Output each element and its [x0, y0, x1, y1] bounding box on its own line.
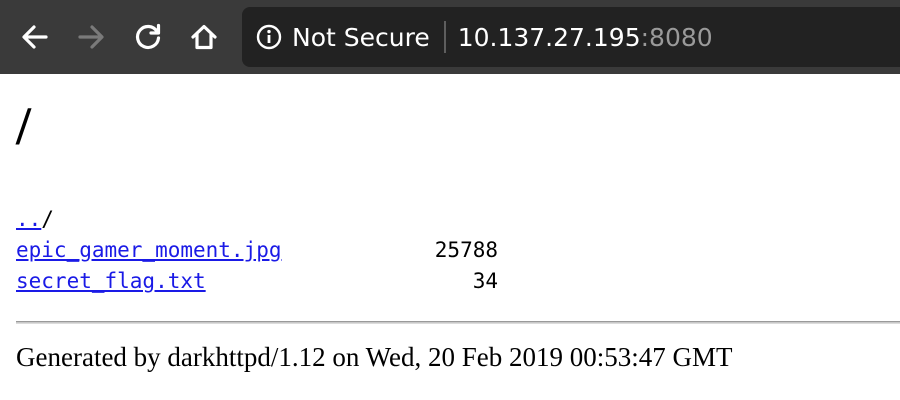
url-host: 10.137.27.195 [457, 22, 641, 52]
info-icon[interactable] [256, 24, 282, 50]
arrow-left-icon [20, 22, 50, 52]
reload-button[interactable] [129, 18, 167, 56]
home-icon [189, 22, 219, 52]
browser-toolbar: Not Secure 10.137.27.195:8080 [0, 0, 900, 74]
list-item: epic_gamer_moment.jpg 25788 [16, 235, 498, 266]
security-indicator-label[interactable]: Not Secure [292, 23, 430, 52]
back-button[interactable] [16, 18, 54, 56]
address-bar[interactable]: Not Secure 10.137.27.195:8080 [242, 7, 900, 67]
list-item: ../ [16, 204, 282, 235]
parent-directory-link[interactable]: .. [16, 207, 41, 231]
page-title: / [16, 96, 32, 156]
page-content: / ../ epic_gamer_moment.jpg 25788 secret_… [0, 74, 900, 400]
address-bar-divider [443, 21, 446, 53]
file-size: 34 [472, 269, 498, 293]
horizontal-rule [16, 321, 900, 324]
reload-icon [133, 22, 163, 52]
directory-suffix: / [41, 207, 54, 231]
arrow-right-icon [76, 22, 106, 52]
url-port: :8080 [640, 22, 713, 52]
server-footer: Generated by darkhttpd/1.12 on Wed, 20 F… [16, 342, 733, 372]
directory-listing: ../ epic_gamer_moment.jpg 25788 secret_fl… [16, 204, 498, 297]
forward-button[interactable] [72, 18, 110, 56]
home-button[interactable] [185, 18, 223, 56]
list-item: secret_flag.txt 34 [16, 266, 498, 297]
file-link-secret-flag[interactable]: secret_flag.txt [16, 269, 206, 293]
url-text[interactable]: 10.137.27.195:8080 [458, 23, 713, 52]
file-link-epic-gamer-moment[interactable]: epic_gamer_moment.jpg [16, 238, 282, 262]
file-size: 25788 [434, 238, 498, 262]
